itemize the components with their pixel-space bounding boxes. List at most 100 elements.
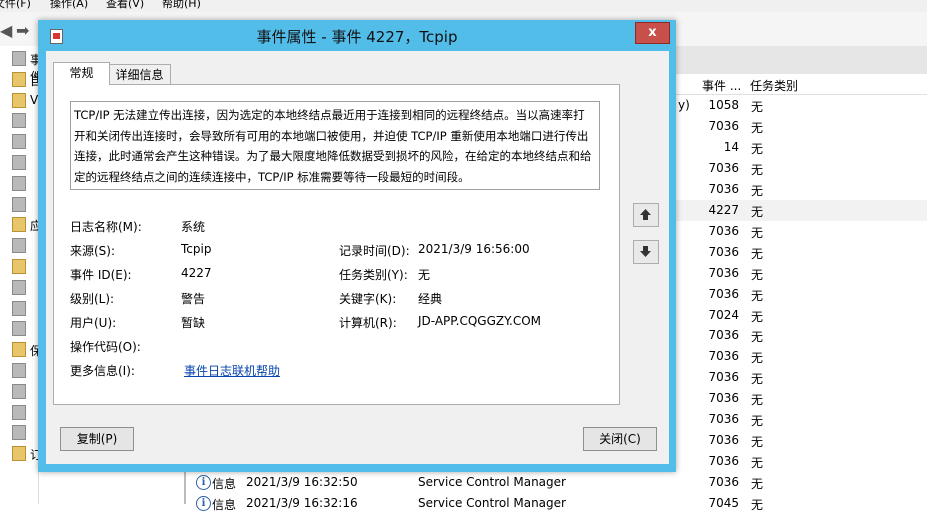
log-icon [12,175,26,191]
tree-item[interactable]: V [0,90,38,110]
copy-button[interactable]: 复制(P) [60,427,134,451]
keywords-label: 关键字(K): [339,292,397,306]
row-event-id: 7036 [708,412,739,427]
column-task-category[interactable]: 任务类别 [750,77,798,94]
row-event-id: 14 [723,139,739,154]
info-icon: i [196,475,211,491]
row-task-category: 无 [751,393,764,408]
table-row[interactable]: i 信息 2021/3/9 16:32:50 Service Control Mana… [186,472,927,493]
folder-icon [12,92,26,108]
folder-icon [12,259,26,274]
row-event-id: 7045 [708,496,739,511]
menu-bar: 文件(F) 操作(A) 查看(V) 帮助(H) [0,0,927,12]
tree-item[interactable]: 保 [0,339,42,359]
row-truncated-text: y) [678,98,690,112]
tree-item[interactable] [0,277,38,297]
source-value: Tcpip [181,242,212,256]
log-icon [12,300,26,316]
close-button[interactable]: 关闭(C) [583,427,657,451]
row-task-category: 无 [751,414,764,429]
tree-item[interactable] [0,402,38,422]
previous-event-button[interactable] [633,203,659,227]
back-arrow-icon[interactable]: ◀ [0,21,12,40]
row-task-category: 无 [751,100,764,114]
task-category-label: 任务类别(Y): [339,268,408,282]
event-log-online-help-link[interactable]: 事件日志联机帮助 [184,362,280,379]
tab-details[interactable]: 详细信息 [108,64,171,85]
row-datetime: 2021/3/9 16:32:16 [246,496,358,511]
tree-item[interactable] [0,360,38,380]
row-task-category: 无 [751,225,764,240]
tree-item[interactable] [0,173,38,193]
forward-arrow-icon[interactable]: ➡ [16,21,29,40]
row-event-id: 7036 [708,244,739,259]
menu-action[interactable]: 操作(A) [50,0,88,11]
computer-label: 计算机(R): [339,316,397,330]
row-event-id: 7036 [708,475,739,490]
tree-item[interactable]: 应 [0,214,42,234]
row-event-id: 7036 [708,286,739,301]
row-task-category: 无 [751,351,764,366]
log-name-value: 系统 [181,220,206,234]
dialog-title: 事件属性 - 事件 4227，Tcpip [256,28,458,46]
row-source: Service Control Manager [418,496,566,511]
log-icon [12,321,26,337]
event-id-value: 4227 [181,266,212,280]
level-value: 警告 [181,292,206,306]
tree-item[interactable] [0,131,38,151]
tree-item[interactable]: 订 [0,443,42,463]
column-event-id[interactable]: 事件 ... [702,77,741,94]
log-icon [12,155,26,170]
more-info-label: 更多信息(I): [70,364,135,378]
computer-value: JD-APP.CQGGZY.COM [418,314,542,328]
menu-view[interactable]: 查看(V) [106,0,144,11]
arrow-up-icon [640,209,651,220]
tree-item[interactable] [0,422,38,442]
row-task-category: 无 [751,309,764,324]
row-task-category: 无 [751,477,764,492]
navigation-tree: 事件自 V 应保订 [0,46,42,504]
log-icon [12,238,26,254]
tree-item[interactable] [0,110,38,130]
row-event-id: 7036 [708,160,739,175]
row-event-id: 7036 [708,349,739,364]
list-title-band [676,46,927,74]
tree-item[interactable]: 事件 [0,48,42,84]
tree-item[interactable] [0,256,38,276]
menu-help[interactable]: 帮助(H) [162,0,201,11]
tree-item[interactable] [0,318,38,338]
row-event-id: 7036 [708,118,739,133]
tree-item[interactable] [0,381,38,401]
event-properties-dialog: 事件属性 - 事件 4227，Tcpip x 常规 详细信息 TCP/IP 无法… [38,20,676,472]
folder-icon [12,342,26,358]
row-task-category: 无 [751,141,764,156]
close-icon[interactable]: x [635,22,670,44]
row-event-id: 7024 [708,307,739,322]
next-event-button[interactable] [633,240,659,264]
tree-item[interactable] [0,194,38,214]
event-description[interactable]: TCP/IP 无法建立传出连接，因为选定的本地终结点最近用于连接到相同的远程终结… [70,101,600,190]
row-task-category: 无 [751,267,764,282]
log-icon [12,404,26,420]
log-icon [12,279,26,295]
tree-item[interactable] [0,235,38,255]
dialog-titlebar[interactable]: 事件属性 - 事件 4227，Tcpip x [38,20,676,51]
log-icon [12,134,26,150]
log-name-label: 日志名称(M): [70,220,142,234]
tab-general[interactable]: 常规 [53,62,110,85]
keywords-value: 经典 [418,292,443,306]
tree-item[interactable] [0,298,38,318]
source-label: 来源(S): [70,244,116,258]
task-category-value: 无 [418,268,431,282]
row-event-id: 7036 [708,181,739,196]
row-event-id: 7036 [708,433,739,448]
folder-icon [12,446,26,462]
row-source: Service Control Manager [418,475,566,490]
tree-item[interactable] [0,152,38,172]
row-event-id: 1058 [708,98,739,112]
logged-label: 记录时间(D): [339,244,410,258]
row-task-category: 无 [751,456,764,471]
tree-item[interactable]: 自 [0,69,42,89]
log-icon [12,196,26,212]
menu-file[interactable]: 文件(F) [0,0,31,11]
